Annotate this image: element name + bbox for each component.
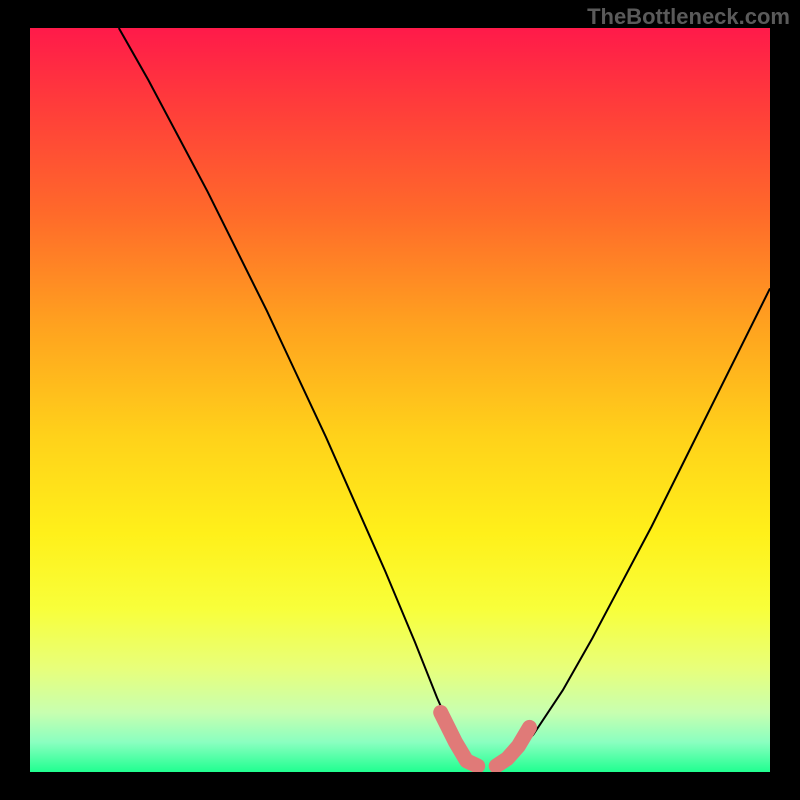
right-marker-band <box>496 727 529 766</box>
watermark-text: TheBottleneck.com <box>587 4 790 30</box>
chart-plot-area <box>30 28 770 772</box>
right-curve <box>496 288 770 768</box>
chart-svg <box>30 28 770 772</box>
left-curve <box>119 28 478 768</box>
left-marker-band <box>441 713 478 767</box>
